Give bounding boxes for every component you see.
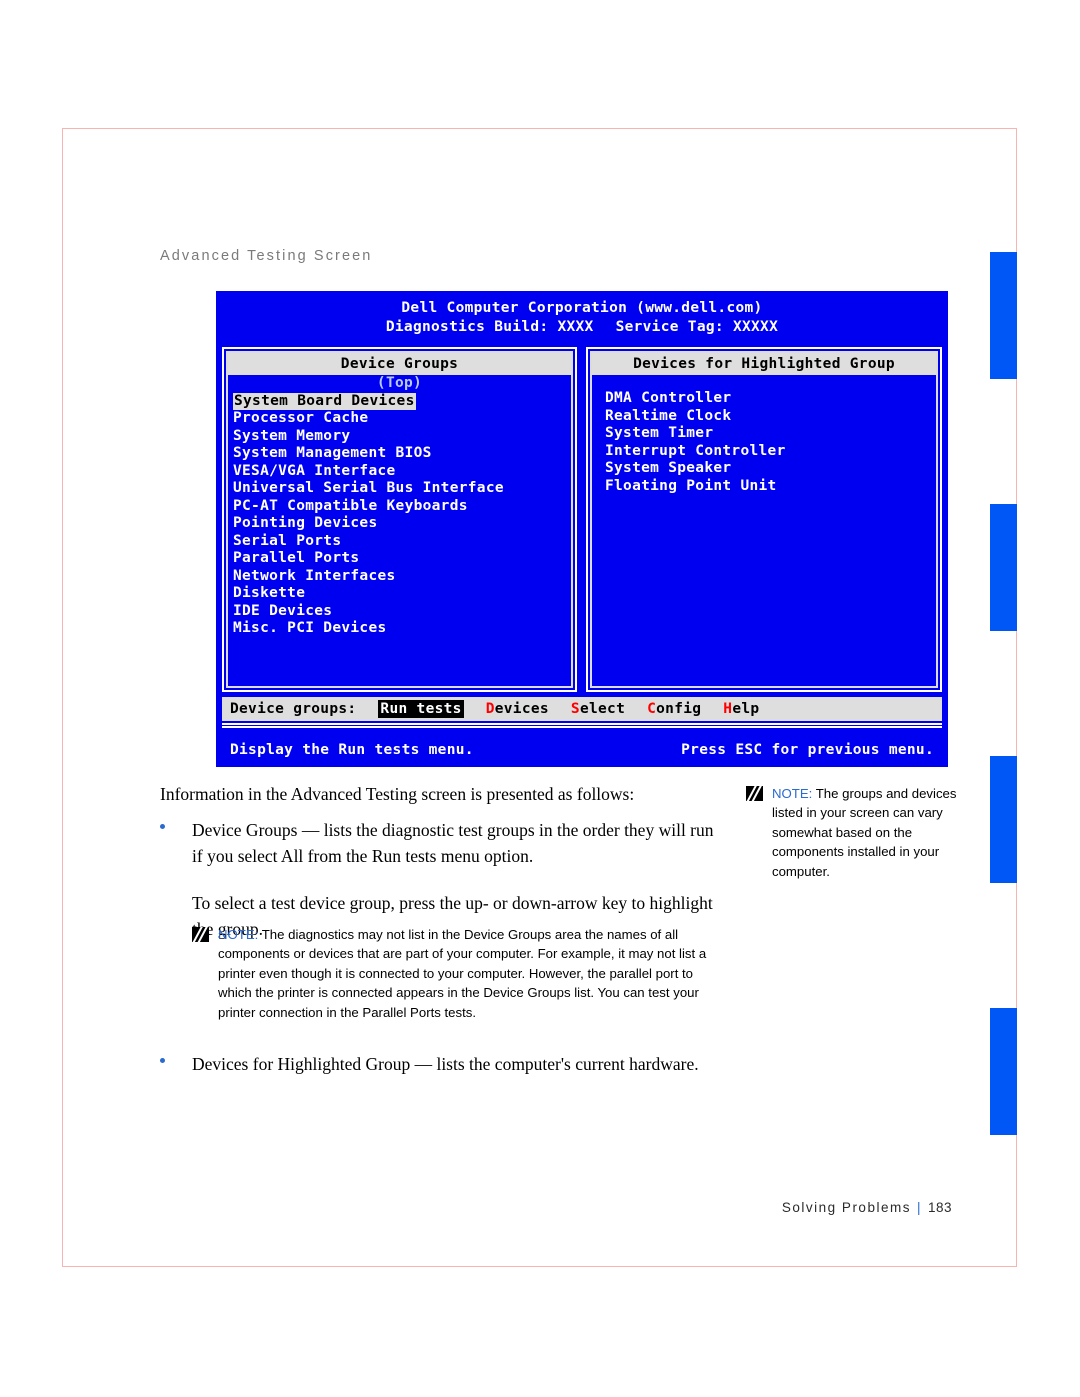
- devices-for-highlighted-group-panel[interactable]: Devices for Highlighted Group DMA Contro…: [586, 347, 942, 692]
- edge-tab-marker-3: [990, 756, 1017, 883]
- menu-item-config[interactable]: Config: [647, 701, 701, 717]
- device-item: System Timer: [605, 425, 714, 441]
- menu-hotkey-letter: D: [485, 701, 495, 717]
- bullet-devices-for-highlighted-group: Devices for Highlighted Group — lists th…: [160, 1052, 725, 1078]
- bios-diagnostics-build: Diagnostics Build: XXXX: [385, 319, 594, 335]
- bios-title-line-2: Diagnostics Build: XXXX Service Tag: XXXX…: [216, 318, 948, 337]
- bullet-dot-icon: [160, 1058, 165, 1063]
- device-item: Floating Point Unit: [605, 477, 777, 494]
- menu-item-select[interactable]: Select: [571, 701, 625, 717]
- devices-for-highlighted-group-header: Devices for Highlighted Group: [592, 353, 936, 375]
- bullet-device-groups-para-1: Device Groups — lists the diagnostic tes…: [192, 820, 714, 866]
- device-group-item[interactable]: Misc. PCI Devices: [233, 620, 571, 638]
- edge-tab-marker-4: [990, 1008, 1017, 1135]
- device-group-item[interactable]: System Management BIOS: [233, 445, 571, 463]
- note-pencil-icon: [746, 786, 763, 801]
- menu-item-help[interactable]: Help: [723, 701, 759, 717]
- device-item: DMA Controller: [605, 390, 732, 406]
- note-box-main: NOTE: The diagnostics may not list in th…: [192, 925, 714, 1022]
- device-group-item[interactable]: IDE Devices: [233, 603, 571, 621]
- device-group-item[interactable]: Universal Serial Bus Interface: [233, 480, 571, 498]
- bios-title-line-1: Dell Computer Corporation (www.dell.com): [401, 300, 763, 316]
- bios-diagnostics-screenshot: Dell Computer Corporation (www.dell.com)…: [216, 291, 948, 767]
- device-group-item[interactable]: System Memory: [233, 428, 571, 446]
- status-hint-left: Display the Run tests menu.: [230, 742, 474, 758]
- section-heading: Advanced Testing Screen: [160, 248, 373, 264]
- devices-list: DMA Controller Realtime Clock System Timer…: [592, 375, 936, 495]
- device-group-item[interactable]: Pointing Devices: [233, 515, 571, 533]
- menu-hotkey-letter: S: [570, 701, 580, 717]
- device-group-item[interactable]: VESA/VGA Interface: [233, 463, 571, 481]
- devices-for-highlighted-group-body: DMA Controller Realtime Clock System Timer…: [592, 375, 936, 686]
- device-group-item[interactable]: Diskette: [233, 585, 571, 603]
- bios-divider: [222, 723, 942, 728]
- bullet-device-groups: Device Groups — lists the diagnostic tes…: [160, 818, 725, 942]
- footer-page-number: 183: [927, 1200, 952, 1215]
- menu-bar-label: Device groups:: [230, 701, 357, 717]
- note-main-body: NOTE: The diagnostics may not list in th…: [218, 925, 714, 1022]
- footer-separator: |: [916, 1200, 922, 1215]
- menu-item-run-tests[interactable]: Run tests: [378, 700, 464, 718]
- bios-status-bar: Display the Run tests menu. Press ESC fo…: [216, 739, 948, 761]
- bios-service-tag: Service Tag: XXXXX: [615, 319, 779, 335]
- note-side-body: NOTE: The groups and devices listed in y…: [772, 784, 958, 881]
- device-group-item[interactable]: System Board Devices: [233, 392, 416, 410]
- bullet-devices-para-1: Devices for Highlighted Group — lists th…: [192, 1054, 699, 1074]
- bios-title-block: Dell Computer Corporation (www.dell.com)…: [216, 299, 948, 337]
- device-item: Realtime Clock: [605, 407, 732, 424]
- device-groups-header: Device Groups: [228, 353, 571, 375]
- device-groups-panel[interactable]: Device Groups (Top) System Board Devices…: [222, 347, 577, 692]
- note-main-text: The diagnostics may not list in the Devi…: [218, 927, 707, 1020]
- intro-paragraph: Information in the Advanced Testing scre…: [160, 784, 635, 804]
- menu-item-devices[interactable]: Devices: [486, 701, 549, 717]
- page-footer: Solving Problems | 183: [782, 1200, 952, 1215]
- device-group-item[interactable]: Network Interfaces: [233, 568, 571, 586]
- device-groups-top-marker: (Top): [376, 375, 423, 391]
- device-item: System Speaker: [605, 460, 732, 476]
- status-hint-right: Press ESC for previous menu.: [681, 742, 934, 758]
- device-group-item[interactable]: Parallel Ports: [233, 550, 571, 568]
- device-group-item[interactable]: Serial Ports: [233, 533, 571, 551]
- device-group-item[interactable]: PC-AT Compatible Keyboards: [233, 498, 571, 516]
- device-groups-body: (Top) System Board Devices Processor Cach…: [228, 375, 571, 686]
- device-item: Interrupt Controller: [605, 442, 786, 459]
- note-pencil-icon: [192, 927, 209, 942]
- footer-chapter: Solving Problems: [781, 1200, 911, 1215]
- note-box-side: NOTE: The groups and devices listed in y…: [746, 784, 958, 881]
- bullet-dot-icon: [160, 824, 165, 829]
- edge-tab-marker-1: [990, 252, 1017, 379]
- edge-tab-marker-2: [990, 504, 1017, 631]
- menu-hotkey-letter: C: [647, 701, 657, 717]
- note-main-keyword: NOTE:: [218, 927, 259, 942]
- device-groups-list[interactable]: System Board Devices Processor Cache Syste…: [228, 392, 571, 638]
- note-side-keyword: NOTE:: [772, 786, 813, 801]
- menu-hotkey-letter: H: [723, 701, 733, 717]
- bios-menu-bar[interactable]: Device groups: Run tests Devices Select Conf…: [222, 697, 942, 721]
- device-group-item[interactable]: Processor Cache: [233, 410, 571, 428]
